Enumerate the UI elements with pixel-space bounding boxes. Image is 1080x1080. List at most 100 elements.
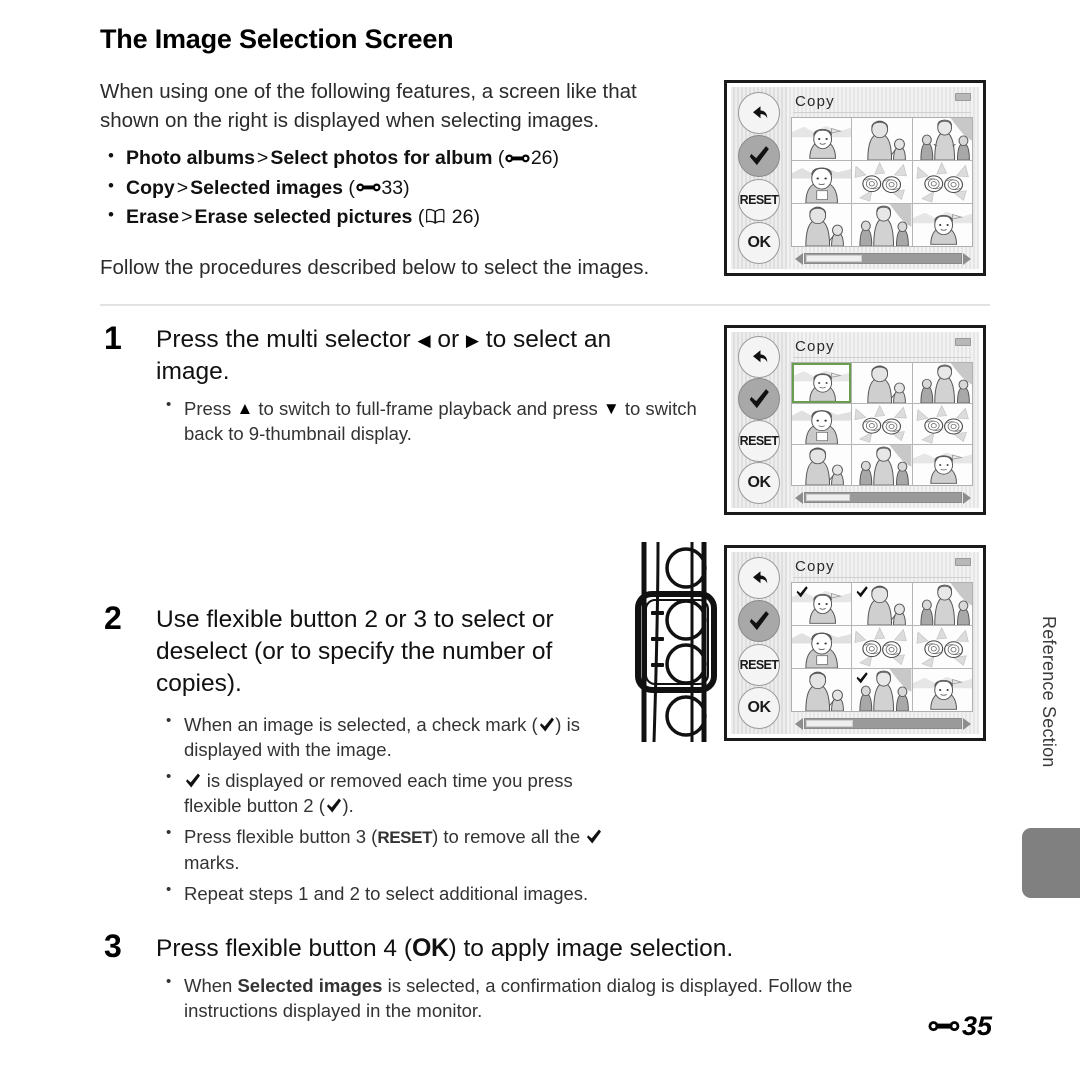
- triangle-right-icon: ▶: [465, 331, 479, 351]
- feature-sub: Erase selected pictures: [194, 205, 413, 228]
- step-3: 3 Press flexible button 4 (OK) to apply …: [100, 930, 990, 1023]
- thumbnail-cell[interactable]: [792, 626, 852, 668]
- scroll-right-icon[interactable]: [963, 717, 971, 730]
- battery-icon: [955, 93, 971, 101]
- triangle-down-icon: ▼: [602, 398, 620, 418]
- thumbnail-cell[interactable]: [912, 445, 972, 485]
- book-icon: [425, 208, 445, 225]
- thumbnail-cell[interactable]: [792, 583, 852, 625]
- ok-button[interactable]: OK: [738, 687, 780, 730]
- thumbnail-cell[interactable]: [792, 445, 852, 485]
- reset-button-label: RESET: [739, 657, 779, 672]
- back-button[interactable]: [738, 336, 780, 378]
- feature-name: Copy: [126, 176, 175, 199]
- scrollbar[interactable]: [795, 717, 971, 730]
- step-title-part: Press flexible button 4 (: [156, 934, 413, 962]
- thumbnail-cell[interactable]: [912, 669, 972, 711]
- bullet-part: is displayed or removed each time you pr…: [184, 770, 573, 817]
- thumbnail-cell[interactable]: [852, 626, 912, 668]
- screen-area: Copy: [787, 552, 979, 734]
- bullet-part: marks.: [184, 851, 240, 873]
- check-button[interactable]: [738, 378, 780, 420]
- scrollbar-track[interactable]: [804, 492, 962, 503]
- lcd-screen-3: RESET OK Copy: [724, 545, 986, 741]
- thumbnail-cell[interactable]: [792, 404, 852, 444]
- page-number: 35: [961, 1011, 992, 1041]
- title-divider: [793, 577, 971, 578]
- scrollbar-thumb[interactable]: [806, 255, 863, 262]
- ok-button-label: OK: [747, 699, 772, 717]
- thumbnail-cell[interactable]: [852, 363, 912, 403]
- step-number: 2: [104, 600, 122, 637]
- thumbnail-cell[interactable]: [912, 161, 972, 203]
- thumbnail-cell[interactable]: [852, 669, 912, 711]
- intro-paragraph: When using one of the following features…: [100, 80, 637, 133]
- scrollbar-track[interactable]: [804, 718, 962, 729]
- list-item: Press ▲ to switch to full-frame playback…: [156, 395, 716, 446]
- scrollbar[interactable]: [795, 491, 971, 504]
- thumbnail-cell[interactable]: [912, 363, 972, 403]
- check-mark-icon: [855, 585, 869, 599]
- back-button[interactable]: [738, 556, 780, 599]
- scrollbar[interactable]: [795, 252, 971, 265]
- check-button[interactable]: [738, 135, 780, 178]
- reset-button[interactable]: RESET: [738, 420, 780, 462]
- thumbnail-cell[interactable]: [792, 118, 852, 160]
- scrollbar-thumb[interactable]: [806, 720, 853, 727]
- check-button[interactable]: [738, 600, 780, 643]
- back-button[interactable]: [738, 91, 780, 134]
- bullet-part: When an image is selected, a check mark …: [184, 713, 538, 735]
- thumbnail-cell[interactable]: [852, 118, 912, 160]
- page-title: The Image Selection Screen: [100, 24, 454, 54]
- thumbnail-cell[interactable]: [912, 583, 972, 625]
- scrollbar-track[interactable]: [804, 253, 962, 264]
- thumbnail-cell[interactable]: [852, 404, 912, 444]
- battery-icon: [955, 558, 971, 566]
- thumbnail-cell[interactable]: [792, 363, 852, 403]
- thumbnail-cell[interactable]: [852, 583, 912, 625]
- thumbnail-cell[interactable]: [912, 204, 972, 246]
- thumbnail-cell[interactable]: [912, 404, 972, 444]
- bullet-part: When: [184, 974, 238, 996]
- thumbnail-cell[interactable]: [912, 626, 972, 668]
- battery-icon: [955, 338, 971, 346]
- ok-button[interactable]: OK: [738, 222, 780, 265]
- feature-page: 33: [381, 176, 404, 199]
- list-item: When Selected images is selected, a conf…: [156, 972, 946, 1023]
- bullet-part: Press: [184, 397, 237, 419]
- side-tab: Reference Section: [1018, 608, 1080, 898]
- list-item: Erase>Erase selected pictures ( 26): [100, 203, 690, 231]
- scroll-left-icon[interactable]: [795, 252, 803, 265]
- scroll-right-icon[interactable]: [963, 252, 971, 265]
- thumbnail-cell[interactable]: [792, 669, 852, 711]
- bullet-part: ) to remove all the: [432, 826, 586, 848]
- thumbnail-cell[interactable]: [792, 161, 852, 203]
- ok-label: OK: [412, 933, 449, 962]
- scroll-left-icon[interactable]: [795, 717, 803, 730]
- list-item: Press flexible button 3 (RESET) to remov…: [156, 823, 626, 874]
- page-footer: 35: [927, 1011, 992, 1042]
- scrollbar-thumb[interactable]: [806, 494, 850, 501]
- reset-button[interactable]: RESET: [738, 178, 780, 221]
- thumbnail-cell[interactable]: [852, 204, 912, 246]
- camera-body-diagram: [630, 538, 726, 746]
- scroll-left-icon[interactable]: [795, 491, 803, 504]
- thumbnail-grid: [791, 117, 973, 247]
- bullet-part: ).: [342, 795, 354, 817]
- thumbnail-cell[interactable]: [912, 118, 972, 160]
- follow-paragraph: Follow the procedures described below to…: [100, 256, 650, 280]
- list-item: Repeat steps 1 and 2 to select additiona…: [156, 880, 716, 906]
- button-column: RESET OK: [731, 552, 787, 734]
- feature-list: Photo albums>Select photos for album (26…: [100, 144, 690, 231]
- list-item: Copy>Selected images (33): [100, 174, 690, 202]
- triangle-left-icon: ◀: [417, 331, 431, 351]
- thumbnail-cell[interactable]: [852, 161, 912, 203]
- thumbnail-cell[interactable]: [852, 445, 912, 485]
- lcd-screen-2: RESET OK Copy: [724, 325, 986, 515]
- title-divider: [793, 357, 971, 358]
- thumbnail-cell[interactable]: [792, 204, 852, 246]
- scroll-right-icon[interactable]: [963, 491, 971, 504]
- separator: >: [176, 176, 189, 199]
- ok-button[interactable]: OK: [738, 462, 780, 504]
- reset-button[interactable]: RESET: [738, 643, 780, 686]
